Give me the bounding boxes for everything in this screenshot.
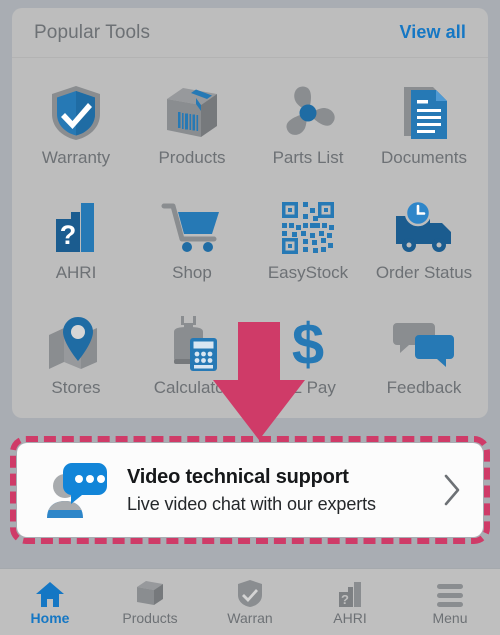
- nav-item-label: Products: [122, 610, 178, 626]
- svg-text:?: ?: [341, 592, 349, 607]
- tool-tile-shop[interactable]: Shop: [134, 185, 250, 300]
- nav-item-ahri[interactable]: ? AHRI: [300, 578, 400, 626]
- tool-tile-label: AHRI: [55, 263, 97, 282]
- shield-check-icon: [237, 578, 263, 608]
- video-chat-support-icon: [39, 460, 113, 520]
- nav-item-products[interactable]: Products: [100, 578, 200, 626]
- video-support-title: Video technical support: [127, 465, 349, 488]
- bar-chart-question-icon: ?: [40, 197, 112, 259]
- shield-check-icon: [40, 82, 112, 144]
- nav-item-menu[interactable]: Menu: [400, 578, 500, 626]
- map-pin-icon: [40, 312, 112, 374]
- tool-tile-easystock[interactable]: EasyStock: [250, 185, 366, 300]
- tool-tile-label: Parts List: [272, 148, 344, 167]
- bar-chart-icon: ?: [336, 578, 364, 608]
- view-all-link[interactable]: View all: [399, 22, 466, 43]
- tool-tile-stores[interactable]: Stores: [18, 300, 134, 415]
- nav-item-label: Warran: [227, 610, 273, 626]
- down-arrow-annotation: [213, 322, 305, 440]
- page-title: Popular Tools: [34, 21, 151, 43]
- qr-code-icon: [272, 197, 344, 259]
- svg-text:?: ?: [60, 220, 77, 250]
- tools-row: ? AHRI Shop EasyStock Order Status: [18, 185, 482, 300]
- document-icon: [388, 82, 460, 144]
- tool-tile-parts-list[interactable]: Parts List: [250, 70, 366, 185]
- shopping-cart-icon: [156, 197, 228, 259]
- nav-item-home[interactable]: Home: [0, 578, 100, 626]
- video-support-card[interactable]: Video technical support Live video chat …: [17, 443, 483, 537]
- tool-tile-label: Warranty: [41, 148, 111, 167]
- tool-tile-feedback[interactable]: Feedback: [366, 300, 482, 415]
- delivery-truck-clock-icon: [388, 197, 460, 259]
- video-support-subtitle: Live video chat with our experts: [127, 493, 376, 514]
- fan-blade-icon: [272, 82, 344, 144]
- chat-bubbles-icon: [388, 312, 460, 374]
- tool-tile-label: Documents: [381, 148, 467, 167]
- video-support-highlight: Video technical support Live video chat …: [10, 436, 490, 544]
- nav-item-label: AHRI: [333, 610, 367, 626]
- tool-tile-products[interactable]: Products: [134, 70, 250, 185]
- tools-row: Warranty Products Parts List Documents: [18, 70, 482, 185]
- tool-tile-label: Order Status: [375, 263, 473, 282]
- bottom-navigation-bar: Home Products Warran ? AHRI Menu: [0, 568, 500, 635]
- box-barcode-icon: [156, 82, 228, 144]
- tool-tile-label: EasyStock: [267, 263, 349, 282]
- tool-tile-order-status[interactable]: Order Status: [366, 185, 482, 300]
- nav-item-warranty[interactable]: Warran: [200, 578, 300, 626]
- tool-tile-ahri[interactable]: ? AHRI: [18, 185, 134, 300]
- box-icon: [135, 578, 165, 608]
- video-support-text: Video technical support Live video chat …: [113, 465, 435, 516]
- chevron-right-icon[interactable]: [435, 473, 469, 507]
- tool-tile-documents[interactable]: Documents: [366, 70, 482, 185]
- nav-item-label: Home: [30, 610, 70, 626]
- tool-tile-label: Products: [158, 148, 226, 167]
- home-icon: [35, 578, 65, 608]
- tool-tile-label: Shop: [172, 263, 212, 282]
- popular-tools-header: Popular Tools View all: [12, 8, 488, 58]
- tool-tile-warranty[interactable]: Warranty: [18, 70, 134, 185]
- tool-tile-label: Stores: [51, 378, 101, 397]
- tool-tile-label: Feedback: [386, 378, 462, 397]
- hamburger-menu-icon: [435, 578, 465, 608]
- nav-item-label: Menu: [432, 610, 468, 626]
